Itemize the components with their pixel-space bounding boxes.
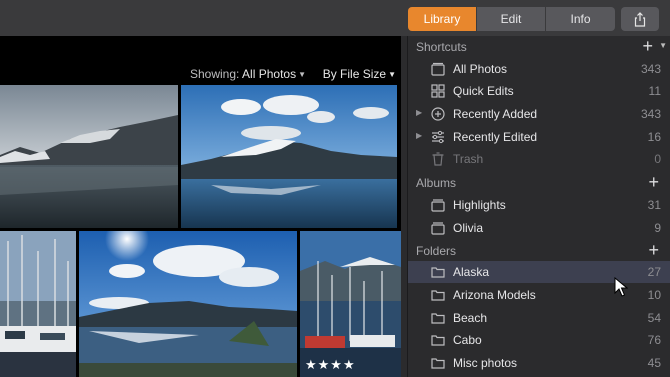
photo-thumbnail[interactable] bbox=[0, 85, 178, 228]
sliders-icon bbox=[432, 130, 444, 144]
sidebar-item-alaska[interactable]: Alaska 27 bbox=[408, 261, 670, 283]
library-sidebar: Shortcuts + ▼ All Photos 343 Quick Edits… bbox=[407, 36, 670, 377]
sidebar-item-label: Trash bbox=[453, 152, 484, 166]
filter-bar: Showing: All Photos ▼ By File Size ▼ bbox=[0, 36, 401, 84]
section-folders: Folders + bbox=[408, 240, 670, 262]
folder-icon bbox=[431, 62, 445, 76]
album-icon bbox=[431, 222, 445, 235]
sidebar-item-all-photos[interactable]: All Photos 343 bbox=[408, 58, 670, 80]
folder-icon bbox=[431, 358, 445, 369]
photo-thumbnail[interactable] bbox=[181, 85, 397, 228]
photo-thumbnail[interactable] bbox=[79, 231, 297, 377]
tab-library[interactable]: Library bbox=[408, 7, 477, 31]
mouse-cursor-icon bbox=[614, 277, 628, 297]
share-icon bbox=[634, 11, 646, 27]
showing-filter[interactable]: Showing: All Photos ▼ bbox=[190, 67, 306, 81]
item-count: 9 bbox=[654, 221, 661, 235]
chevron-down-icon: ▼ bbox=[388, 70, 396, 79]
section-albums: Albums + bbox=[408, 172, 670, 194]
chevron-down-icon: ▼ bbox=[298, 70, 306, 79]
share-button[interactable] bbox=[621, 7, 659, 31]
showing-label: Showing: bbox=[190, 67, 240, 81]
add-album-button[interactable]: + bbox=[648, 172, 659, 192]
sidebar-item-highlights[interactable]: Highlights 31 bbox=[408, 194, 670, 216]
item-count: 343 bbox=[640, 107, 661, 121]
add-circle-icon bbox=[431, 107, 445, 121]
sidebar-item-recently-edited[interactable]: ▶ Recently Edited 16 bbox=[408, 126, 670, 148]
item-count: 54 bbox=[647, 311, 661, 325]
section-title: Folders bbox=[416, 244, 457, 258]
sidebar-item-beach[interactable]: Beach 54 bbox=[408, 307, 670, 329]
item-count: 11 bbox=[648, 84, 661, 98]
section-title: Albums bbox=[416, 176, 457, 190]
sidebar-item-label: Recently Added bbox=[453, 107, 538, 121]
rating-stars: ★★★★ bbox=[305, 357, 356, 372]
sidebar-item-olivia[interactable]: Olivia 9 bbox=[408, 217, 670, 239]
item-count: 0 bbox=[654, 152, 661, 166]
item-count: 76 bbox=[647, 333, 661, 347]
photo-thumbnail[interactable] bbox=[0, 231, 76, 377]
disclosure-triangle-icon[interactable]: ▶ bbox=[416, 131, 422, 140]
album-icon bbox=[431, 199, 445, 212]
tab-edit[interactable]: Edit bbox=[477, 7, 546, 31]
sidebar-item-label: Highlights bbox=[453, 198, 506, 212]
sidebar-item-label: Beach bbox=[453, 311, 488, 325]
sidebar-item-trash[interactable]: Trash 0 bbox=[408, 148, 670, 170]
section-title: Shortcuts bbox=[416, 40, 467, 54]
sidebar-item-label: Quick Edits bbox=[453, 84, 514, 98]
sidebar-item-label: Olivia bbox=[453, 221, 484, 235]
sidebar-item-misc-photos[interactable]: Misc photos 45 bbox=[408, 352, 670, 374]
sort-dropdown[interactable]: By File Size ▼ bbox=[323, 67, 396, 81]
item-count: 31 bbox=[647, 198, 661, 212]
item-count: 27 bbox=[647, 265, 661, 279]
sidebar-item-label: Misc photos bbox=[453, 356, 518, 370]
add-folder-button[interactable]: + bbox=[648, 240, 659, 260]
sidebar-item-label: Alaska bbox=[453, 265, 490, 279]
mode-tabs: Library Edit Info bbox=[408, 7, 615, 31]
sidebar-item-label: All Photos bbox=[453, 62, 508, 76]
showing-value: All Photos bbox=[242, 67, 297, 81]
sidebar-item-arizona-models[interactable]: Arizona Models 10 bbox=[408, 284, 670, 306]
chevron-down-icon[interactable]: ▼ bbox=[659, 41, 667, 50]
sidebar-item-recently-added[interactable]: ▶ Recently Added 343 bbox=[408, 103, 670, 125]
section-shortcuts: Shortcuts + ▼ bbox=[408, 36, 670, 58]
photo-browser: Showing: All Photos ▼ By File Size ▼ ★★★… bbox=[0, 36, 401, 377]
sort-value: By File Size bbox=[322, 67, 387, 81]
folder-icon bbox=[431, 267, 445, 278]
folder-icon bbox=[431, 335, 445, 346]
sidebar-item-label: Recently Edited bbox=[453, 130, 538, 144]
sidebar-item-label: Arizona Models bbox=[453, 288, 536, 302]
sidebar-item-quick-edits[interactable]: Quick Edits 11 bbox=[408, 80, 670, 102]
sidebar-item-label: Cabo bbox=[453, 333, 482, 347]
folder-icon bbox=[431, 290, 445, 301]
item-count: 343 bbox=[640, 62, 661, 76]
photo-thumbnail[interactable]: ★★★★ bbox=[300, 231, 401, 377]
tab-info[interactable]: Info bbox=[546, 7, 615, 31]
folder-icon bbox=[431, 313, 445, 324]
grid-icon bbox=[431, 84, 445, 98]
item-count: 45 bbox=[647, 356, 661, 370]
item-count: 10 bbox=[647, 288, 661, 302]
trash-icon bbox=[432, 152, 444, 166]
disclosure-triangle-icon[interactable]: ▶ bbox=[416, 108, 422, 117]
item-count: 16 bbox=[647, 130, 661, 144]
sidebar-item-cabo[interactable]: Cabo 76 bbox=[408, 329, 670, 351]
top-toolbar: Library Edit Info bbox=[0, 0, 670, 36]
add-shortcut-button[interactable]: + bbox=[642, 36, 653, 56]
